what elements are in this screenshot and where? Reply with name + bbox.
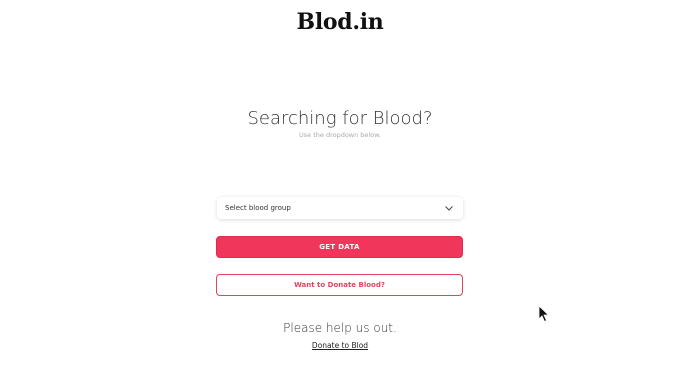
mouse-pointer-icon (538, 305, 550, 323)
donate-blood-button[interactable]: Want to Donate Blood? (216, 274, 463, 296)
page-title: Searching for Blood? (247, 108, 433, 129)
donate-to-blod-link[interactable]: Donate to Blod (312, 341, 368, 350)
brand-logo[interactable]: Blod.in (0, 9, 680, 35)
page-subtitle: Use the dropdown below. (299, 131, 381, 139)
donate-link-container: Donate to Blod (0, 341, 680, 350)
help-text: Please help us out. (283, 321, 397, 335)
chevron-down-icon (443, 202, 455, 214)
get-data-button[interactable]: GET DATA (216, 236, 463, 258)
blood-group-select[interactable]: Select blood group (217, 197, 463, 219)
blood-group-select-label: Select blood group (225, 204, 291, 212)
